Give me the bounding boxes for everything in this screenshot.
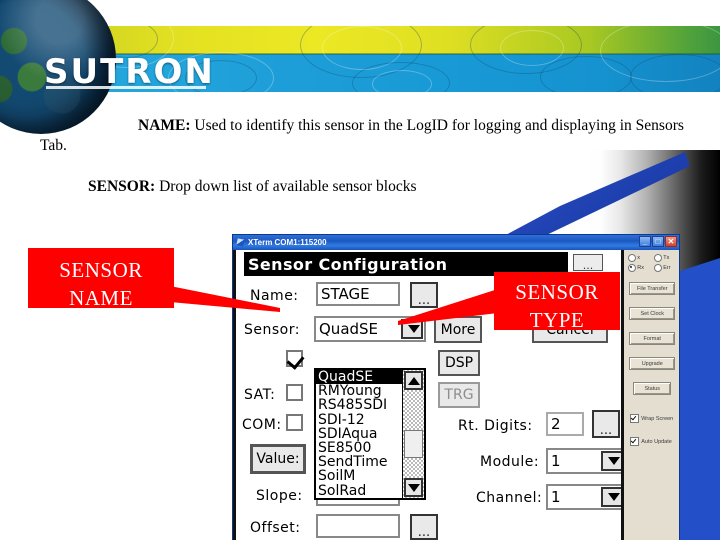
sat-label: SAT: bbox=[244, 387, 276, 403]
radio-rx-label: Rx bbox=[637, 265, 644, 271]
radio-rx[interactable]: Rx bbox=[628, 264, 644, 272]
chevron-down-icon[interactable] bbox=[601, 487, 622, 507]
rt-digits-label: Rt. Digits: bbox=[458, 418, 533, 434]
offset-ellipsis-button[interactable]: ... bbox=[410, 514, 438, 540]
auto-update-label: Auto Update bbox=[641, 438, 672, 445]
window-title-bar: XTerm COM1:115200 _ □ ✕ bbox=[233, 235, 679, 250]
list-item[interactable]: RS485SDI bbox=[316, 398, 402, 412]
list-item[interactable]: SE8500 bbox=[316, 441, 402, 455]
radio-err[interactable]: Err bbox=[654, 264, 671, 272]
com-label: COM: bbox=[242, 417, 282, 433]
name-input[interactable]: STAGE bbox=[316, 282, 400, 306]
sensor-dropdown-list[interactable]: QuadSE RMYoung RS485SDI SDI-12 SDIAqua S… bbox=[314, 368, 426, 500]
offset-input[interactable] bbox=[316, 514, 400, 538]
file-transfer-button[interactable]: File Transfer bbox=[629, 282, 676, 295]
callout-sensor-type: SENSOR TYPE bbox=[494, 272, 620, 332]
name-ellipsis-button[interactable]: ... bbox=[410, 282, 438, 308]
sensor-label: Sensor: bbox=[244, 322, 300, 338]
slide-canvas: SUTRON NAME: Used to identify this senso… bbox=[0, 0, 720, 540]
callout-sensor-type-line2: TYPE bbox=[529, 308, 585, 332]
format-button[interactable]: Format bbox=[629, 332, 676, 345]
wrap-screen-label: Wrap Screen bbox=[641, 415, 674, 422]
radio-err-label: Err bbox=[663, 265, 671, 271]
module-combobox[interactable]: 1 bbox=[546, 448, 622, 474]
paragraph-name: NAME: Used to identify this sensor in th… bbox=[40, 116, 700, 156]
sensor-dropdown-items: QuadSE RMYoung RS485SDI SDI-12 SDIAqua S… bbox=[316, 370, 402, 498]
list-item[interactable]: SendTime bbox=[316, 455, 402, 469]
callout-sensor-name: SENSOR NAME bbox=[28, 248, 174, 310]
window-title-text: XTerm COM1:115200 bbox=[248, 238, 327, 247]
scrollbar-thumb[interactable] bbox=[404, 430, 423, 458]
slope-label: Slope: bbox=[256, 488, 303, 504]
paragraph-sensor-text: Drop down list of available sensor block… bbox=[155, 178, 417, 195]
callout-sensor-type-line1: SENSOR bbox=[515, 280, 599, 304]
offset-label: Offset: bbox=[250, 520, 301, 536]
module-label: Module: bbox=[480, 454, 540, 470]
ripple-decor bbox=[630, 54, 720, 92]
logo-underline bbox=[46, 86, 206, 89]
upgrade-button[interactable]: Upgrade bbox=[629, 357, 676, 370]
ripple-decor bbox=[372, 70, 432, 92]
channel-combobox[interactable]: 1 bbox=[546, 484, 622, 510]
close-icon[interactable]: ✕ bbox=[665, 236, 677, 247]
value-button[interactable]: Value: bbox=[250, 444, 306, 474]
sat-checkbox[interactable] bbox=[286, 384, 303, 401]
list-item[interactable]: QuadSE bbox=[316, 370, 402, 384]
top-ellipsis-button[interactable]: ... bbox=[573, 254, 603, 271]
sensor-combobox-value: QuadSE bbox=[319, 320, 379, 338]
radio-tx[interactable]: Tx bbox=[654, 254, 669, 262]
rt-digits-input[interactable]: 2 bbox=[546, 412, 584, 436]
window-controls: _ □ ✕ bbox=[639, 236, 677, 247]
paragraph-name-label: NAME: bbox=[138, 117, 191, 134]
callout-sensor-name-line2: NAME bbox=[69, 286, 133, 310]
paragraph-name-text: Used to identify this sensor in the LogI… bbox=[40, 117, 684, 154]
radio-tx-label: Tx bbox=[663, 255, 670, 261]
status-button[interactable]: Status bbox=[633, 382, 672, 395]
wrap-screen-checkbox[interactable]: Wrap Screen bbox=[630, 414, 673, 423]
more-button[interactable]: More bbox=[434, 316, 482, 343]
paragraph-sensor-label: SENSOR: bbox=[88, 178, 156, 195]
list-item[interactable]: SolRad bbox=[316, 483, 402, 497]
minimize-icon[interactable]: _ bbox=[639, 236, 651, 247]
radio-x[interactable]: x bbox=[628, 254, 640, 262]
name-label: Name: bbox=[250, 288, 299, 304]
list-item[interactable]: RMYoung bbox=[316, 384, 402, 398]
list-item[interactable]: SDIAqua bbox=[316, 427, 402, 441]
chevron-down-icon[interactable] bbox=[601, 451, 622, 471]
auto-update-checkbox[interactable]: Auto Update bbox=[630, 437, 672, 446]
enabled-checkbox[interactable] bbox=[286, 350, 303, 367]
set-clock-button[interactable]: Set Clock bbox=[629, 307, 676, 320]
scroll-down-icon[interactable] bbox=[404, 478, 423, 497]
app-icon bbox=[236, 238, 245, 247]
paragraph-sensor: SENSOR: Drop down list of available sens… bbox=[88, 177, 648, 197]
list-item[interactable]: SoilM bbox=[316, 469, 402, 483]
channel-combobox-value: 1 bbox=[551, 488, 561, 506]
callout-sensor-name-line1: SENSOR bbox=[59, 258, 143, 282]
maximize-icon[interactable]: □ bbox=[652, 236, 664, 247]
channel-label: Channel: bbox=[476, 490, 543, 506]
xterm-sidebar: x Tx Rx Err File Transfer Set Clock Form… bbox=[623, 250, 679, 540]
module-combobox-value: 1 bbox=[551, 452, 561, 470]
com-checkbox[interactable] bbox=[286, 414, 303, 431]
dropdown-scrollbar[interactable] bbox=[402, 370, 424, 498]
rt-digits-ellipsis-button[interactable]: ... bbox=[592, 410, 620, 438]
list-item[interactable]: SDI-12 bbox=[316, 412, 402, 426]
scroll-up-icon[interactable] bbox=[404, 371, 423, 390]
radio-x-label: x bbox=[637, 255, 640, 261]
dsp-button[interactable]: DSP bbox=[438, 350, 480, 376]
trg-button[interactable]: TRG bbox=[438, 382, 480, 408]
